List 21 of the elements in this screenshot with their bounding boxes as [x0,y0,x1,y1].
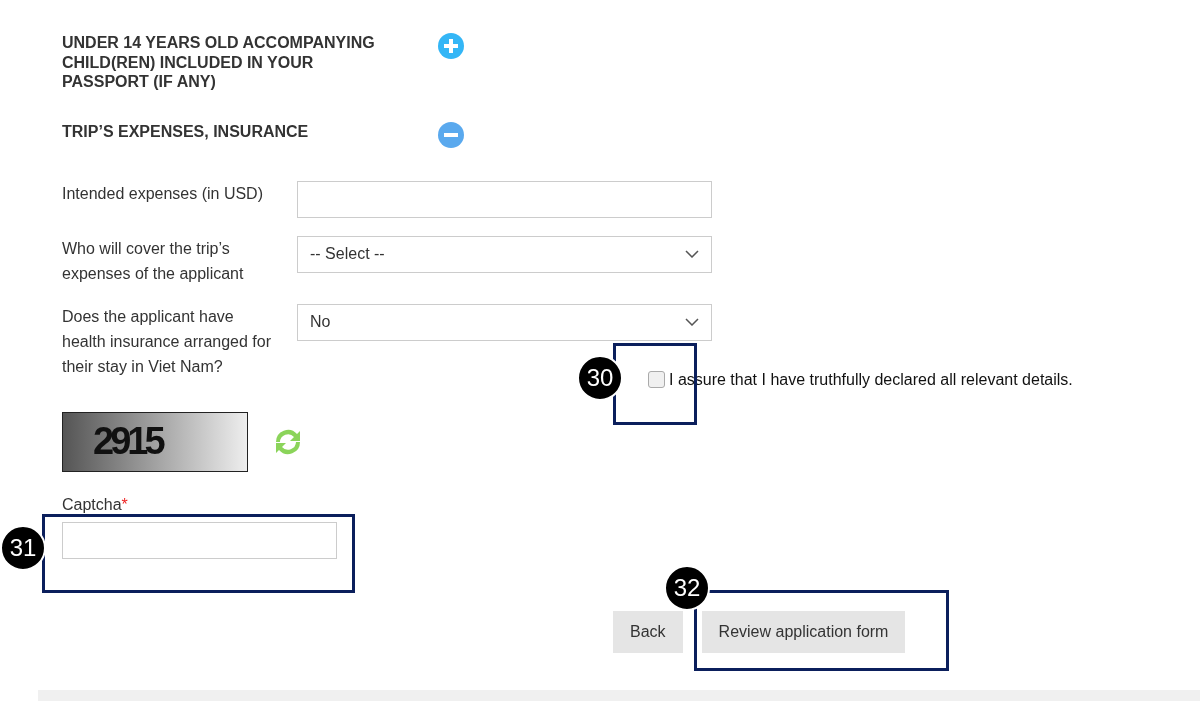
select-field[interactable]: No [297,303,712,341]
select-field[interactable]: -- Select -- [297,235,712,273]
section-heading: TRIP’S EXPENSES, INSURANCE [62,121,310,141]
callout-number: 30 [577,355,623,401]
input-field[interactable] [297,180,712,218]
captcha-label: Captcha* [62,495,129,514]
field-label: Intended expenses (in USD) [62,183,264,204]
collapse-icon[interactable] [438,121,464,148]
checkbox[interactable] [648,371,665,388]
chevron-down-icon [685,318,699,326]
expand-icon[interactable] [438,33,464,59]
field-label: Does the applicant have health insurance arranged for their stay in Viet Nam? [62,306,273,377]
section-heading: UNDER 14 YEARS OLD ACCOMPANYING CHILD(REN) INCLUDED IN YOUR PASSPORT (IF ANY) [62,33,376,92]
field-label: Who will cover the trip’s expenses of the applicant [62,238,245,284]
chevron-down-icon [685,250,699,258]
back-button[interactable]: Back [613,610,683,653]
callout-number: 32 [664,565,710,611]
review-button[interactable]: Review application form [701,610,906,653]
captcha-image: 2915 [62,411,248,472]
captcha-input[interactable] [62,521,337,559]
callout-number: 31 [0,525,46,571]
